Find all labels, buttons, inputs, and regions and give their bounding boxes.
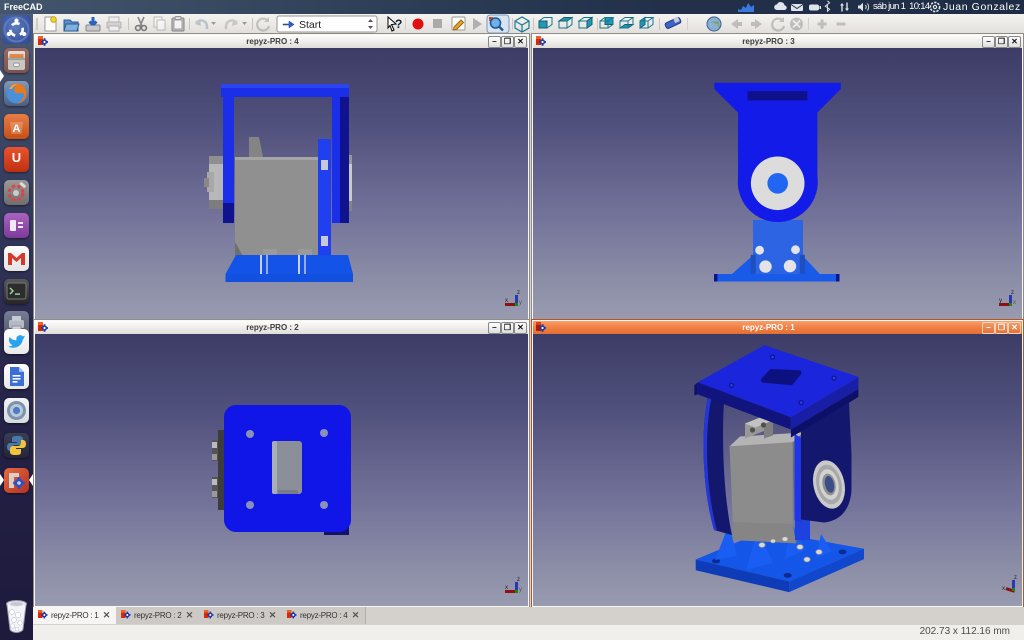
svg-text:x: x <box>505 585 508 591</box>
svg-text:x: x <box>1002 586 1005 592</box>
svg-text:y: y <box>519 587 522 593</box>
svg-text:A: A <box>13 123 21 135</box>
svg-text:z: z <box>1011 290 1014 296</box>
svg-text:z: z <box>517 290 520 296</box>
svg-text:?: ? <box>395 17 402 31</box>
svg-text:x: x <box>1013 300 1016 306</box>
svg-text:z: z <box>1014 575 1017 581</box>
svg-text:y: y <box>519 300 522 306</box>
svg-text:z: z <box>517 577 520 583</box>
svg-text:Start: Start <box>299 19 321 31</box>
svg-text:x: x <box>505 298 508 304</box>
svg-text:y: y <box>999 298 1002 304</box>
